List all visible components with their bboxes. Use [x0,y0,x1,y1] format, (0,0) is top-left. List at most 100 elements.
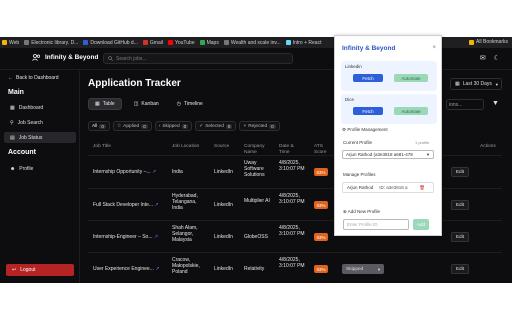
search-icon: ⚲ [10,119,14,126]
sidebar-item-profile[interactable]: ☻ Profile [4,163,76,174]
dice-fetch-button[interactable]: Fetch [353,107,383,115]
section-title-main: Main [8,89,24,96]
bookmark-favicon-icon [24,40,30,45]
youtube-icon [167,40,173,45]
manage-profiles-label: Manage Profiles [343,172,376,177]
extension-popup: Infinity & Beyond × Linkedin Fetch Autom… [334,35,442,236]
logout-button[interactable]: ↩ Logout [6,264,74,276]
filter-icon[interactable]: ▼ [492,100,499,107]
bookmark-item[interactable]: Wealth and scale inv... [223,40,281,46]
theme-toggle-icon[interactable]: ☾ [494,54,500,62]
sidebar-item-job-status[interactable]: ▤ Job Status [4,132,76,143]
view-switcher: ▦ Table ◫ Kanban ◷ Timeline [88,98,209,110]
dice-card: Dice Fetch Automate [341,94,437,124]
bookmark-item[interactable]: YouTube [167,40,195,46]
kanban-icon: ◫ [133,101,139,107]
current-profile-select[interactable]: Arjun Rathod (a3e3818 a681-478 ▼ [342,150,434,159]
column-header: Source [214,144,230,149]
filter-rejected[interactable]: × Rejected 0 [239,121,280,131]
external-link-icon[interactable]: ↗ [155,266,159,272]
date-time: 4/8/2025, 3:10:07 PM [279,257,305,269]
trash-icon[interactable]: 🗑 [419,185,425,191]
job-source: LinkedIn [214,266,233,272]
job-title[interactable]: Full Stack Developer Inte... ↗ [93,202,159,208]
grid-icon: ▦ [10,104,15,111]
status-filters: All 0 ☆ Applied 0 › Skipped 0 ✓ Selected 0 × Rej… [88,121,280,131]
app-logo[interactable]: Infinity & Beyond [32,54,98,61]
x-icon: × [243,123,247,129]
edit-button[interactable]: Edit [451,264,469,274]
back-to-dashboard-link[interactable]: ← Back to Dashboard [8,75,59,81]
profile-list-item[interactable]: Arjun Rathod ID: a3e3818 a 🗑 [342,182,434,193]
date-time: 4/8/2025, 3:10:07 PM [279,160,305,172]
bookmark-item[interactable]: Intro + React [285,40,321,46]
linkedin-card: Linkedin Fetch Automate [341,61,437,91]
job-source: LinkedIn [214,169,233,175]
bookmark-favicon-icon [223,40,229,45]
ats-score-badge: 83% [314,233,328,241]
chevron-right-icon: › [158,123,161,129]
arrow-left-icon: ← [8,75,13,81]
chevron-down-icon: ▼ [377,266,381,272]
add-profile-button[interactable]: Add [413,219,429,230]
gmail-icon [142,40,148,45]
ats-score-badge: 83% [314,265,328,273]
job-location: Hyderabad, Telangana, India [172,193,198,211]
check-circle-icon: ✓ [199,123,204,129]
bookmark-item[interactable]: Web [2,40,19,46]
job-title[interactable]: User Experience Enginee... ↗ [93,266,159,272]
company-name: Relativity [244,266,265,272]
filter-applied[interactable]: ☆ Applied 0 [112,121,152,131]
sidebar-item-job-search[interactable]: ⚲ Job Search [4,117,76,128]
job-title[interactable]: Internship-Engineer – So... ↗ [93,234,158,240]
dice-automate-button[interactable]: Automate [394,107,428,115]
edit-button[interactable]: Edit [451,167,469,177]
all-bookmarks[interactable]: All Bookmarks [469,39,508,45]
linkedin-fetch-button[interactable]: Fetch [353,74,383,82]
job-title[interactable]: Internship Opportunity –... ↗ [93,169,156,175]
folder-icon [2,40,7,45]
bookmark-item[interactable]: Electronic library. D... [24,40,78,46]
sidebar-item-dashboard[interactable]: ▦ Dashboard [4,102,76,113]
bookmark-item[interactable]: Maps [199,40,219,46]
job-source: LinkedIn [214,202,233,208]
edit-button[interactable]: Edit [451,232,469,242]
edit-button[interactable]: Edit [451,200,469,210]
dice-label: Dice [345,97,355,102]
filter-skipped[interactable]: › Skipped 0 [154,121,193,131]
profile-count: 1 profile [415,140,430,145]
filter-all[interactable]: All 0 [88,121,110,131]
chevron-down-icon: ▼ [494,81,499,87]
bookmark-item[interactable]: Gmail [142,40,163,46]
current-profile-label: Current Profile [343,140,373,145]
ats-score-badge: 83% [314,201,328,209]
bookmark-favicon-icon [83,40,89,45]
bell-icon[interactable]: ✉ [480,54,486,62]
job-source: LinkedIn [214,234,233,240]
job-location: Shah Alam, Selangor, Malaysia [172,225,198,243]
close-icon[interactable]: × [432,45,436,51]
search-input[interactable]: Search jobs... [103,53,293,64]
external-link-icon[interactable]: ↗ [154,234,158,240]
tab-kanban[interactable]: ◫ Kanban [128,98,165,110]
external-link-icon[interactable]: ↗ [152,169,156,175]
star-icon: ☆ [116,123,122,129]
table-row[interactable]: User Experience Enginee... ↗ Cracow, Mał… [88,252,502,284]
clock-icon: ◷ [176,101,182,107]
status-select[interactable]: Skipped ▼ [342,264,384,274]
tab-timeline[interactable]: ◷ Timeline [171,98,209,110]
external-link-icon[interactable]: ↗ [154,202,158,208]
folder-icon [469,39,475,45]
date-range-select[interactable]: ▦ Last 30 Days ▼ [450,78,502,90]
bookmark-item[interactable]: Download GitHub d... [83,40,138,46]
job-location: India [172,169,183,175]
linkedin-automate-button[interactable]: Automate [394,74,428,82]
table-search-input[interactable]: ions... [446,99,484,110]
tab-table[interactable]: ▦ Table [88,98,122,110]
profile-id-input[interactable]: Enter Profile ID [343,219,409,230]
plus-icon: ⊕ [343,209,347,214]
date-time: 4/8/2025, 3:10:07 PM [279,193,305,205]
sidebar: ← Back to Dashboard Main ▦ Dashboard ⚲ J… [0,71,80,283]
column-header: Job Title [93,144,111,149]
filter-selected[interactable]: ✓ Selected 0 [195,121,237,131]
